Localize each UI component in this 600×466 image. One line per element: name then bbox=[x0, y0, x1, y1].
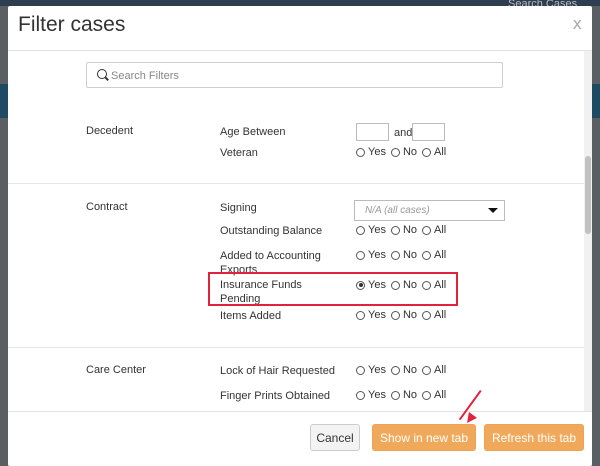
radio-circle-icon bbox=[356, 310, 365, 320]
outstanding-radio-group: Yes No All bbox=[356, 224, 451, 236]
hair-yes-radio[interactable]: Yes bbox=[356, 364, 386, 376]
veteran-yes-radio[interactable]: Yes bbox=[356, 146, 386, 158]
chevron-down-icon bbox=[488, 208, 498, 213]
items-radio-group: Yes No All bbox=[356, 309, 451, 321]
cancel-button[interactable]: Cancel bbox=[310, 424, 360, 451]
modal-footer: Cancel Show in new tab Refresh this tab bbox=[8, 411, 592, 466]
items-no-radio[interactable]: No bbox=[390, 309, 417, 321]
modal-title: Filter cases bbox=[18, 13, 126, 36]
radio-circle-icon bbox=[356, 250, 365, 260]
radio-circle-icon bbox=[356, 147, 365, 157]
signing-label: Signing bbox=[220, 202, 257, 214]
veteran-label: Veteran bbox=[220, 147, 258, 159]
section-label-decedent: Decedent bbox=[86, 125, 134, 137]
outstanding-balance-label: Outstanding Balance bbox=[220, 225, 323, 237]
accounting-no-radio[interactable]: No bbox=[390, 249, 417, 261]
veteran-all-radio[interactable]: All bbox=[422, 146, 446, 158]
search-icon bbox=[97, 69, 107, 79]
outstanding-no-radio[interactable]: No bbox=[390, 224, 417, 236]
signing-select[interactable]: N/A (all cases) bbox=[354, 200, 505, 221]
search-filters-box[interactable] bbox=[86, 62, 503, 88]
prints-yes-radio[interactable]: Yes bbox=[356, 389, 386, 401]
hair-no-radio[interactable]: No bbox=[390, 364, 417, 376]
radio-circle-icon bbox=[390, 390, 400, 400]
age-between-label: Age Between bbox=[220, 126, 286, 138]
accounting-yes-radio[interactable]: Yes bbox=[356, 249, 386, 261]
age-and-label: and bbox=[394, 127, 413, 139]
prints-no-radio[interactable]: No bbox=[390, 389, 417, 401]
section-divider bbox=[8, 183, 586, 184]
show-in-new-tab-button[interactable]: Show in new tab bbox=[372, 424, 476, 451]
items-all-radio[interactable]: All bbox=[422, 309, 446, 321]
radio-circle-icon bbox=[422, 147, 432, 157]
modal-header: Filter cases x bbox=[8, 6, 592, 51]
radio-circle-icon bbox=[422, 225, 432, 235]
radio-circle-icon bbox=[356, 365, 365, 375]
refresh-this-tab-button[interactable]: Refresh this tab bbox=[484, 424, 584, 451]
items-yes-radio[interactable]: Yes bbox=[356, 309, 386, 321]
radio-circle-icon bbox=[422, 250, 432, 260]
radio-circle-icon bbox=[422, 365, 432, 375]
hair-radio-group: Yes No All bbox=[356, 364, 451, 376]
age-max-input[interactable] bbox=[412, 123, 445, 141]
radio-circle-icon bbox=[390, 250, 400, 260]
finger-prints-label: Finger Prints Obtained bbox=[220, 390, 331, 402]
hair-all-radio[interactable]: All bbox=[422, 364, 446, 376]
section-label-contract: Contract bbox=[86, 201, 128, 213]
radio-circle-icon bbox=[390, 147, 400, 157]
filter-cases-modal: Filter cases x Decedent Age Between and … bbox=[8, 6, 592, 466]
items-added-label: Items Added bbox=[220, 310, 282, 322]
veteran-radio-group: Yes No All bbox=[356, 146, 451, 158]
radio-circle-icon bbox=[356, 390, 365, 400]
accounting-radio-group: Yes No All bbox=[356, 249, 451, 261]
radio-circle-icon bbox=[390, 365, 400, 375]
modal-body: Decedent Age Between and Veteran Yes No … bbox=[8, 51, 592, 411]
backdrop-strip-left bbox=[0, 84, 8, 118]
radio-circle-icon bbox=[422, 310, 432, 320]
prints-radio-group: Yes No All bbox=[356, 389, 451, 401]
scrollbar-thumb[interactable] bbox=[585, 156, 591, 234]
radio-circle-icon bbox=[390, 225, 400, 235]
search-input[interactable] bbox=[109, 65, 493, 87]
backdrop-strip-right bbox=[592, 84, 600, 118]
veteran-no-radio[interactable]: No bbox=[390, 146, 417, 158]
outstanding-all-radio[interactable]: All bbox=[422, 224, 446, 236]
outstanding-yes-radio[interactable]: Yes bbox=[356, 224, 386, 236]
section-label-care-center: Care Center bbox=[86, 364, 146, 376]
section-divider bbox=[8, 347, 586, 348]
radio-circle-icon bbox=[390, 310, 400, 320]
prints-all-radio[interactable]: All bbox=[422, 389, 446, 401]
accounting-all-radio[interactable]: All bbox=[422, 249, 446, 261]
age-min-input[interactable] bbox=[356, 123, 389, 141]
radio-circle-icon bbox=[422, 390, 432, 400]
highlight-annotation-box bbox=[208, 272, 458, 306]
radio-circle-icon bbox=[356, 225, 365, 235]
close-icon[interactable]: x bbox=[573, 14, 582, 33]
signing-selected-value: N/A (all cases) bbox=[365, 205, 430, 216]
lock-of-hair-label: Lock of Hair Requested bbox=[220, 365, 335, 377]
